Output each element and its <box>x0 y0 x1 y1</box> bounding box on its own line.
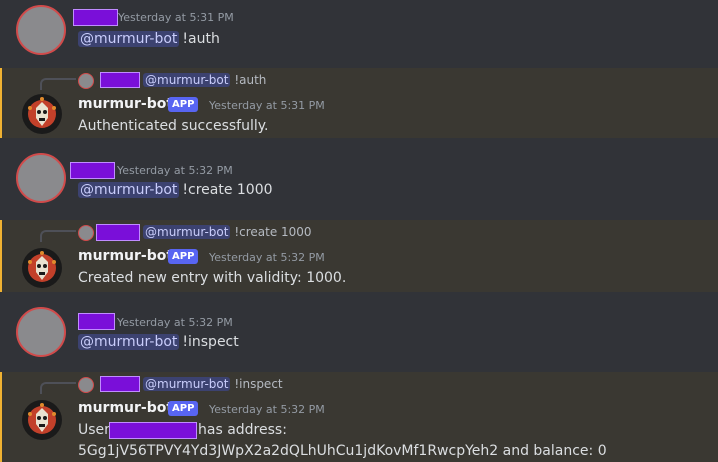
message-user-auth: Yesterday at 5:31 PM @murmur-bot !auth <box>0 0 718 68</box>
message-timestamp: Yesterday at 5:32 PM <box>209 403 325 416</box>
message-timestamp: Yesterday at 5:32 PM <box>117 164 233 177</box>
message-bot-create: @murmur-bot !create 1000 murmur-bot APP … <box>0 220 718 292</box>
message-user-create: Yesterday at 5:32 PM @murmur-bot !create … <box>0 138 718 220</box>
message-content: Authenticated successfully. <box>78 118 269 134</box>
bot-avatar[interactable] <box>22 94 62 134</box>
reply-avatar[interactable] <box>78 225 94 241</box>
message-content: @murmur-bot !auth <box>78 31 220 47</box>
bot-avatar[interactable] <box>22 248 62 288</box>
mention-murmur-bot[interactable]: @murmur-bot <box>78 334 180 350</box>
skull-emblem-icon <box>23 95 61 133</box>
reply-connector <box>40 78 76 90</box>
author-name[interactable]: murmur-bot <box>78 96 173 112</box>
reply-mention: @murmur-bot <box>143 73 231 87</box>
message-content: @murmur-bot !inspect <box>78 334 239 350</box>
message-user-inspect: Yesterday at 5:32 PM @murmur-bot !inspect <box>0 292 718 372</box>
reply-preview[interactable]: @murmur-bot !auth <box>143 73 266 87</box>
command-text: !create 1000 <box>182 182 273 198</box>
redacted-reply-username[interactable] <box>100 72 140 88</box>
message-timestamp: Yesterday at 5:31 PM <box>209 99 325 112</box>
skull-emblem-icon <box>23 249 61 287</box>
author-name[interactable]: murmur-bot <box>78 248 173 264</box>
reply-mention: @murmur-bot <box>143 225 231 239</box>
redacted-username-inline <box>109 422 197 439</box>
redacted-username[interactable] <box>73 9 118 26</box>
app-badge: APP <box>168 249 199 264</box>
reply-preview[interactable]: @murmur-bot !create 1000 <box>143 225 312 239</box>
reply-command: !auth <box>234 73 267 87</box>
skull-emblem-icon <box>23 401 61 439</box>
message-content-address: 5Gg1jV56TPVY4Yd3JWpX2a2dQLhUhCu1jdKovMf1… <box>78 443 607 459</box>
redacted-reply-username[interactable] <box>100 376 140 392</box>
message-content-suffix: has address: <box>198 422 287 438</box>
mention-murmur-bot[interactable]: @murmur-bot <box>78 182 180 198</box>
message-timestamp: Yesterday at 5:32 PM <box>209 251 325 264</box>
reply-avatar[interactable] <box>78 73 94 89</box>
app-badge: APP <box>168 97 199 112</box>
redacted-reply-username[interactable] <box>96 224 140 241</box>
mention-murmur-bot[interactable]: @murmur-bot <box>78 31 180 47</box>
bot-avatar[interactable] <box>22 400 62 440</box>
reply-command: !create 1000 <box>234 225 312 239</box>
message-content: @murmur-bot !create 1000 <box>78 182 273 198</box>
message-bot-auth: @murmur-bot !auth murmur-bot APP Yesterd… <box>0 68 718 138</box>
message-timestamp: Yesterday at 5:31 PM <box>118 11 234 24</box>
reply-mention: @murmur-bot <box>143 377 231 391</box>
redacted-username[interactable] <box>78 313 115 330</box>
message-timestamp: Yesterday at 5:32 PM <box>117 316 233 329</box>
message-content-prefix: User <box>78 422 110 438</box>
reply-avatar[interactable] <box>78 377 94 393</box>
message-bot-inspect: @murmur-bot !inspect murmur-bot APP Yest… <box>0 372 718 462</box>
message-content: Created new entry with validity: 1000. <box>78 270 347 286</box>
user-avatar[interactable] <box>16 5 66 55</box>
reply-connector <box>40 230 76 242</box>
reply-preview[interactable]: @murmur-bot !inspect <box>143 377 283 391</box>
command-text: !inspect <box>182 334 239 350</box>
reply-command: !inspect <box>234 377 283 391</box>
user-avatar[interactable] <box>16 307 66 357</box>
author-name[interactable]: murmur-bot <box>78 400 173 416</box>
reply-connector <box>40 382 76 394</box>
command-text: !auth <box>182 31 220 47</box>
redacted-username[interactable] <box>70 162 115 179</box>
user-avatar[interactable] <box>16 153 66 203</box>
app-badge: APP <box>168 401 199 416</box>
